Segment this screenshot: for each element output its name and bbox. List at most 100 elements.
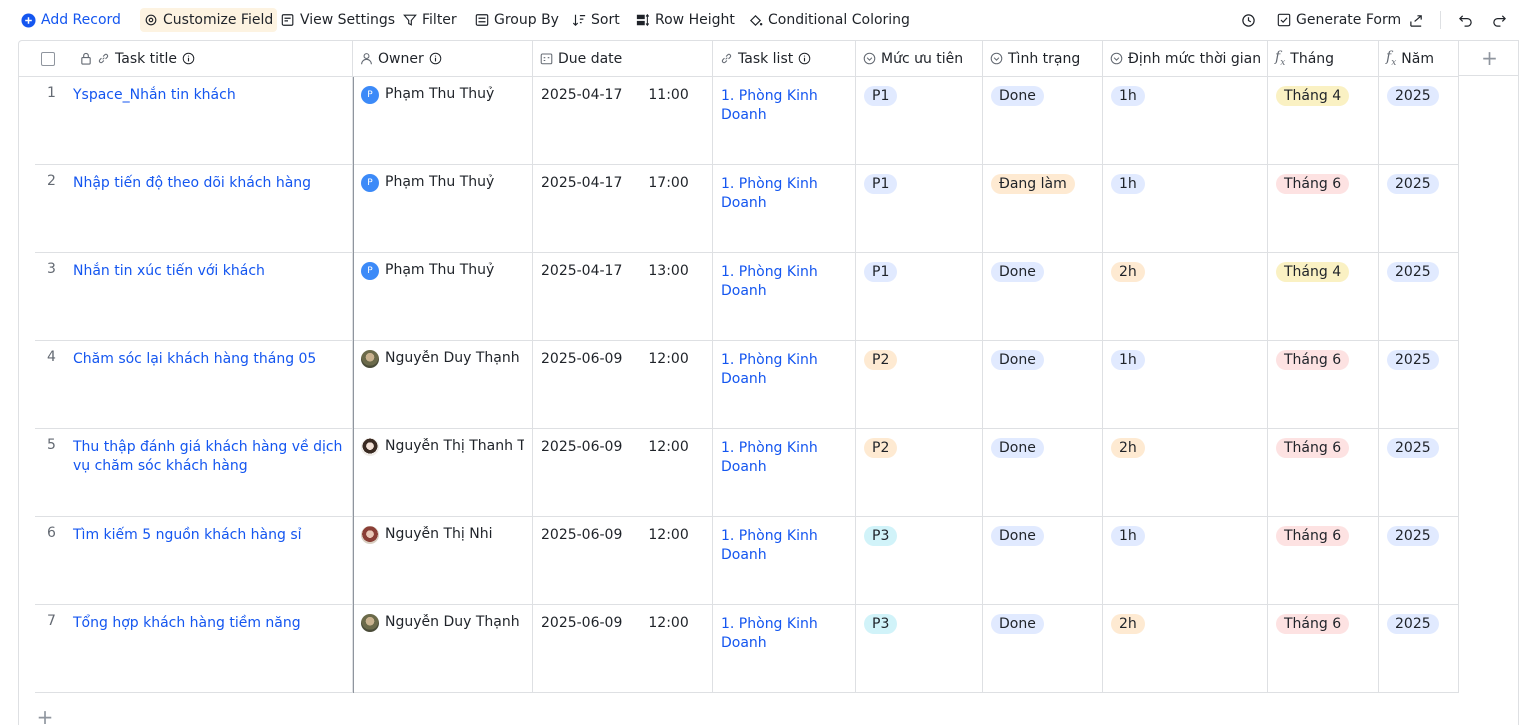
- task-title-cell[interactable]: 4 Chăm sóc lại khách hàng tháng 05: [35, 341, 353, 428]
- priority-cell[interactable]: P2: [856, 341, 983, 428]
- time-norm-cell[interactable]: 1h: [1103, 165, 1268, 252]
- status-cell[interactable]: Done: [983, 517, 1103, 604]
- task-list-cell[interactable]: 1. Phòng Kinh Doanh: [713, 253, 856, 340]
- task-title-cell[interactable]: 2 Nhập tiến độ theo dõi khách hàng: [35, 165, 353, 252]
- table-row[interactable]: 5 Thu thập đánh giá khách hàng về dịch v…: [35, 429, 1459, 517]
- time-norm-cell[interactable]: 2h: [1103, 429, 1268, 516]
- owner-chip[interactable]: P Phạm Thu Thuỷ: [361, 86, 524, 104]
- share-icon[interactable]: [1406, 10, 1426, 30]
- sort-button[interactable]: Sort: [572, 9, 620, 31]
- task-list-link[interactable]: 1. Phòng Kinh Doanh: [721, 438, 847, 477]
- owner-cell[interactable]: Nguyễn Thị Nhi: [353, 517, 533, 604]
- column-due-date[interactable]: Due date: [533, 41, 713, 76]
- task-list-link[interactable]: 1. Phòng Kinh Doanh: [721, 614, 847, 653]
- status-cell[interactable]: Done: [983, 429, 1103, 516]
- time-norm-cell[interactable]: 1h: [1103, 77, 1268, 164]
- column-month[interactable]: fx Tháng: [1268, 41, 1379, 76]
- priority-cell[interactable]: P1: [856, 165, 983, 252]
- view-settings-button[interactable]: View Settings: [281, 9, 395, 31]
- customize-field-button[interactable]: Customize Field: [140, 8, 278, 32]
- owner-chip[interactable]: P Phạm Thu Thuỷ: [361, 262, 524, 280]
- generate-form-button[interactable]: Generate Form: [1277, 9, 1401, 31]
- table-row[interactable]: 3 Nhắn tin xúc tiến với khách P Phạm Thu…: [35, 253, 1459, 341]
- time-norm-cell[interactable]: 2h: [1103, 605, 1268, 692]
- conditional-coloring-button[interactable]: Conditional Coloring: [748, 9, 910, 31]
- task-title-link[interactable]: Nhập tiến độ theo dõi khách hàng: [73, 174, 344, 193]
- filter-button[interactable]: Filter: [403, 9, 457, 31]
- add-record-button[interactable]: Add Record: [21, 9, 121, 31]
- task-title-cell[interactable]: 7 Tổng hợp khách hàng tiềm năng: [35, 605, 353, 692]
- task-title-link[interactable]: Tổng hợp khách hàng tiềm năng: [73, 614, 344, 633]
- group-by-button[interactable]: Group By: [475, 9, 559, 31]
- priority-cell[interactable]: P3: [856, 605, 983, 692]
- owner-chip[interactable]: Nguyễn Duy Thạnh: [361, 350, 524, 368]
- priority-cell[interactable]: P1: [856, 253, 983, 340]
- task-list-link[interactable]: 1. Phòng Kinh Doanh: [721, 174, 847, 213]
- task-title-cell[interactable]: 3 Nhắn tin xúc tiến với khách: [35, 253, 353, 340]
- frozen-column-divider[interactable]: [353, 77, 354, 693]
- task-title-link[interactable]: Thu thập đánh giá khách hàng về dịch vụ …: [73, 438, 344, 476]
- column-year[interactable]: fx Năm: [1379, 41, 1459, 76]
- column-status[interactable]: Tình trạng: [983, 41, 1103, 76]
- status-cell[interactable]: Done: [983, 341, 1103, 428]
- due-date-cell[interactable]: 2025-06-09 12:00: [533, 517, 713, 604]
- task-list-link[interactable]: 1. Phòng Kinh Doanh: [721, 526, 847, 565]
- table-row[interactable]: 6 Tìm kiếm 5 nguồn khách hàng sỉ Nguyễn …: [35, 517, 1459, 605]
- task-list-cell[interactable]: 1. Phòng Kinh Doanh: [713, 517, 856, 604]
- task-title-link[interactable]: Nhắn tin xúc tiến với khách: [73, 262, 344, 281]
- due-date-cell[interactable]: 2025-04-17 13:00: [533, 253, 713, 340]
- task-list-cell[interactable]: 1. Phòng Kinh Doanh: [713, 341, 856, 428]
- add-row-button[interactable]: +: [35, 705, 55, 725]
- owner-chip[interactable]: Nguyễn Thị Nhi: [361, 526, 524, 544]
- add-column-button[interactable]: +: [1459, 41, 1518, 76]
- history-icon[interactable]: [1238, 10, 1258, 30]
- status-cell[interactable]: Done: [983, 253, 1103, 340]
- task-list-link[interactable]: 1. Phòng Kinh Doanh: [721, 86, 847, 125]
- column-time-norm[interactable]: Định mức thời gian: [1103, 41, 1268, 76]
- task-list-cell[interactable]: 1. Phòng Kinh Doanh: [713, 605, 856, 692]
- due-date-cell[interactable]: 2025-04-17 17:00: [533, 165, 713, 252]
- priority-cell[interactable]: P1: [856, 77, 983, 164]
- info-icon[interactable]: [429, 52, 442, 65]
- table-row[interactable]: 4 Chăm sóc lại khách hàng tháng 05 Nguyễ…: [35, 341, 1459, 429]
- time-norm-cell[interactable]: 1h: [1103, 341, 1268, 428]
- task-title-link[interactable]: Tìm kiếm 5 nguồn khách hàng sỉ: [73, 526, 344, 545]
- redo-icon[interactable]: [1489, 10, 1509, 30]
- owner-chip[interactable]: Nguyễn Duy Thạnh: [361, 614, 524, 632]
- priority-cell[interactable]: P3: [856, 517, 983, 604]
- due-date-cell[interactable]: 2025-06-09 12:00: [533, 341, 713, 428]
- task-list-cell[interactable]: 1. Phòng Kinh Doanh: [713, 77, 856, 164]
- task-title-cell[interactable]: 1 Yspace_Nhắn tin khách: [35, 77, 353, 164]
- status-cell[interactable]: Đang làm: [983, 165, 1103, 252]
- info-icon[interactable]: [798, 52, 811, 65]
- time-norm-cell[interactable]: 2h: [1103, 253, 1268, 340]
- row-height-button[interactable]: Row Height: [636, 9, 735, 31]
- table-row[interactable]: 2 Nhập tiến độ theo dõi khách hàng P Phạ…: [35, 165, 1459, 253]
- owner-cell[interactable]: P Phạm Thu Thuỷ: [353, 165, 533, 252]
- task-list-cell[interactable]: 1. Phòng Kinh Doanh: [713, 429, 856, 516]
- time-norm-cell[interactable]: 1h: [1103, 517, 1268, 604]
- due-date-cell[interactable]: 2025-06-09 12:00: [533, 605, 713, 692]
- table-row[interactable]: 1 Yspace_Nhắn tin khách P Phạm Thu Thuỷ …: [35, 77, 1459, 165]
- owner-cell[interactable]: P Phạm Thu Thuỷ: [353, 253, 533, 340]
- task-list-link[interactable]: 1. Phòng Kinh Doanh: [721, 262, 847, 301]
- owner-cell[interactable]: Nguyễn Thị Thanh Thư: [353, 429, 533, 516]
- column-task-list[interactable]: Task list: [713, 41, 856, 76]
- task-title-cell[interactable]: 6 Tìm kiếm 5 nguồn khách hàng sỉ: [35, 517, 353, 604]
- task-title-link[interactable]: Chăm sóc lại khách hàng tháng 05: [73, 350, 344, 369]
- owner-cell[interactable]: P Phạm Thu Thuỷ: [353, 77, 533, 164]
- owner-cell[interactable]: Nguyễn Duy Thạnh: [353, 605, 533, 692]
- due-date-cell[interactable]: 2025-04-17 11:00: [533, 77, 713, 164]
- due-date-cell[interactable]: 2025-06-09 12:00: [533, 429, 713, 516]
- owner-cell[interactable]: Nguyễn Duy Thạnh: [353, 341, 533, 428]
- column-priority[interactable]: Mức ưu tiên: [856, 41, 983, 76]
- undo-icon[interactable]: [1455, 10, 1475, 30]
- table-row[interactable]: 7 Tổng hợp khách hàng tiềm năng Nguyễn D…: [35, 605, 1459, 693]
- task-list-link[interactable]: 1. Phòng Kinh Doanh: [721, 350, 847, 389]
- task-list-cell[interactable]: 1. Phòng Kinh Doanh: [713, 165, 856, 252]
- column-owner[interactable]: Owner: [353, 41, 533, 76]
- column-task-title[interactable]: Task title: [73, 41, 353, 76]
- owner-chip[interactable]: P Phạm Thu Thuỷ: [361, 174, 524, 192]
- status-cell[interactable]: Done: [983, 605, 1103, 692]
- info-icon[interactable]: [182, 52, 195, 65]
